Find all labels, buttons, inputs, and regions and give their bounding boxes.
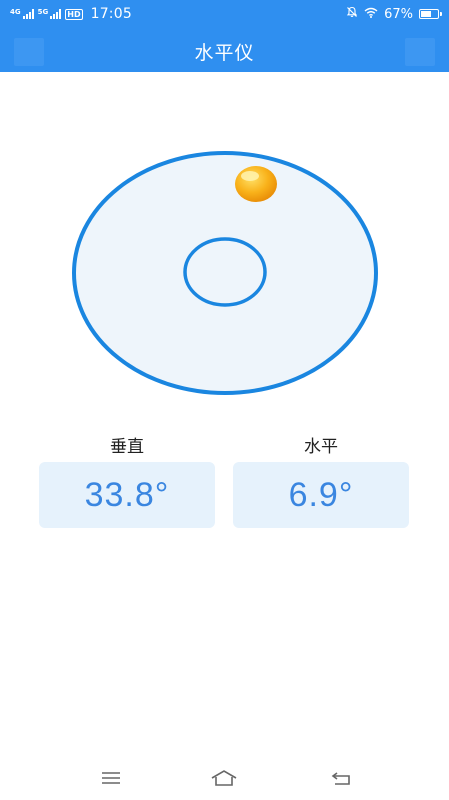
vertical-angle-box: 33.8° [39, 462, 215, 528]
horizontal-angle-box: 6.9° [233, 462, 409, 528]
horizontal-angle-label: 水平 [304, 437, 338, 457]
home-icon [211, 770, 237, 786]
level-app-screen: 4G 5G HD 17:05 67% 水平仪 垂直 水平 33.8° 6.9° [0, 0, 449, 800]
signal-indicator-1: 4G [10, 9, 34, 19]
back-button[interactable] [323, 764, 359, 792]
bubble-level-dial [70, 148, 380, 398]
status-right: 67% [346, 6, 442, 22]
page-title: 水平仪 [194, 42, 255, 64]
network-type-label: 4G [10, 8, 21, 16]
status-left: 4G 5G HD 17:05 [10, 6, 132, 22]
battery-level-fill [421, 11, 431, 17]
hd-voice-badge: HD [65, 8, 83, 20]
battery-icon [419, 9, 442, 19]
outer-level-ring [72, 151, 378, 395]
level-bubble [235, 166, 277, 202]
app-header: 4G 5G HD 17:05 67% 水平仪 [0, 0, 449, 72]
menu-button[interactable] [93, 764, 129, 792]
signal-indicator-2: 5G [38, 9, 62, 19]
app-bar-right-button[interactable] [405, 38, 435, 66]
menu-icon [102, 772, 120, 784]
bubble-body [235, 166, 277, 202]
horizontal-angle-value: 6.9° [288, 475, 354, 514]
wifi-icon [364, 7, 378, 22]
status-bar: 4G 5G HD 17:05 67% [0, 0, 449, 28]
vertical-angle-label: 垂直 [110, 437, 144, 457]
vertical-angle-value: 33.8° [84, 475, 170, 514]
home-button[interactable] [206, 764, 242, 792]
mute-icon [346, 6, 358, 22]
back-icon [331, 772, 350, 785]
network-type-label: 5G [37, 8, 49, 16]
bubble-highlight [241, 171, 259, 181]
signal-bars-icon [22, 9, 34, 19]
status-time: 17:05 [90, 6, 132, 22]
battery-percent: 67% [384, 6, 413, 22]
system-navigation-bar [0, 756, 449, 800]
level-graphic [72, 151, 378, 395]
signal-bars-icon [50, 9, 62, 19]
